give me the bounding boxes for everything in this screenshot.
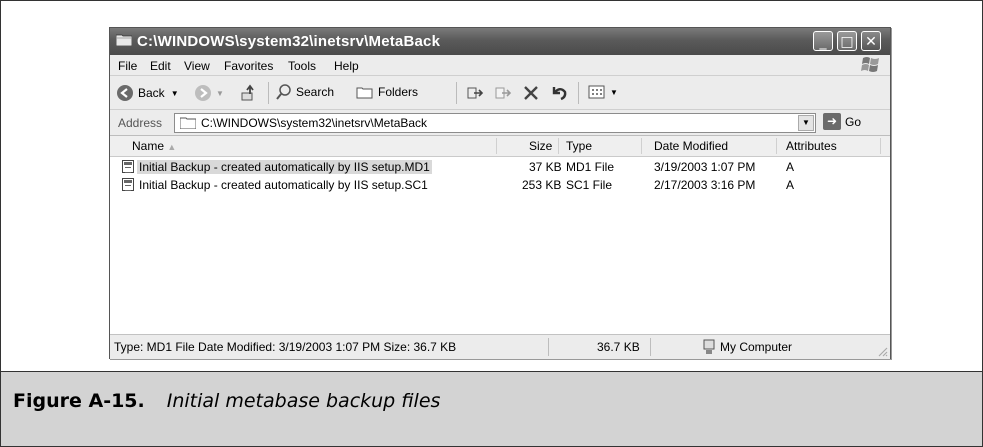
status-location: My Computer — [720, 340, 793, 354]
file-icon — [122, 160, 134, 173]
views-icon — [588, 85, 605, 99]
views-button[interactable]: ▼ — [588, 84, 618, 100]
folders-button[interactable]: Folders — [356, 84, 418, 100]
column-header-size[interactable]: Size — [529, 139, 552, 153]
file-name: Initial Backup - created automatically b… — [139, 178, 428, 192]
folders-label: Folders — [378, 85, 419, 99]
sort-ascending-icon: ▲ — [167, 142, 177, 152]
file-size: 37 KB — [529, 160, 562, 174]
column-divider[interactable] — [558, 138, 559, 154]
file-date: 3/19/2003 1:07 PM — [654, 160, 756, 174]
figure-frame: C:\WINDOWS\system32\inetsrv\MetaBack _ □… — [0, 0, 983, 447]
delete-icon — [524, 86, 538, 100]
copy-to-icon — [495, 87, 512, 99]
file-name: Initial Backup - created automatically b… — [137, 160, 432, 174]
window-title: C:\WINDOWS\system32\inetsrv\MetaBack — [137, 33, 441, 50]
figure-number: Figure A-15. — [13, 390, 145, 412]
up-folder-button[interactable] — [240, 84, 258, 102]
file-attributes: A — [786, 178, 795, 192]
go-button[interactable]: ➜ Go — [823, 113, 861, 130]
folders-icon — [356, 87, 373, 99]
address-label: Address — [118, 116, 163, 130]
status-divider — [650, 338, 651, 356]
file-attributes: A — [786, 160, 795, 174]
column-header-attributes[interactable]: Attributes — [786, 139, 837, 153]
copy-to-button[interactable] — [494, 84, 512, 102]
file-type: SC1 File — [566, 178, 613, 192]
undo-icon — [552, 87, 567, 101]
back-button[interactable]: Back ▼ — [116, 84, 179, 102]
toolbar-separator — [578, 82, 579, 104]
status-size: 36.7 KB — [597, 340, 640, 354]
go-label: Go — [845, 114, 862, 129]
table-row[interactable]: Initial Backup - created automatically b… — [110, 158, 890, 176]
column-header-name[interactable]: Name ▲ — [132, 139, 176, 153]
search-label: Search — [296, 85, 335, 99]
delete-button[interactable] — [522, 84, 540, 102]
maximize-icon: □ — [840, 34, 854, 50]
menu-help[interactable]: Help — [334, 59, 359, 73]
column-divider[interactable] — [776, 138, 777, 154]
address-value: C:\WINDOWS\system32\inetsrv\MetaBack — [201, 116, 428, 130]
column-divider[interactable] — [880, 138, 881, 154]
status-divider — [548, 338, 549, 356]
folder-icon — [116, 34, 132, 46]
file-type: MD1 File — [566, 160, 615, 174]
address-dropdown-icon[interactable]: ▼ — [798, 115, 814, 131]
resize-grip-icon[interactable] — [876, 345, 888, 357]
minimize-button[interactable]: _ — [813, 31, 833, 51]
table-row[interactable]: Initial Backup - created automatically b… — [110, 176, 890, 194]
column-header-type[interactable]: Type — [566, 139, 592, 153]
file-list: Name ▲ Size Type Date Modified Attribute… — [110, 136, 890, 334]
back-label: Back — [138, 86, 165, 100]
status-bar: Type: MD1 File Date Modified: 3/19/2003 … — [110, 334, 890, 359]
status-details: Type: MD1 File Date Modified: 3/19/2003 … — [114, 340, 457, 354]
computer-icon — [703, 339, 715, 354]
views-dropdown-icon[interactable]: ▼ — [610, 88, 618, 97]
column-divider[interactable] — [641, 138, 642, 154]
undo-button[interactable] — [550, 84, 568, 102]
windows-logo-icon — [861, 57, 879, 72]
menu-bar: File Edit View Favorites Tools Help — [110, 55, 890, 76]
address-bar: Address C:\WINDOWS\system32\inetsrv\Meta… — [110, 110, 890, 136]
menu-favorites[interactable]: Favorites — [224, 59, 273, 73]
screenshot-area: C:\WINDOWS\system32\inetsrv\MetaBack _ □… — [1, 1, 982, 372]
menu-edit[interactable]: Edit — [150, 59, 171, 73]
menu-file[interactable]: File — [118, 59, 137, 73]
back-dropdown-icon[interactable]: ▼ — [171, 89, 179, 98]
forward-arrow-icon — [195, 85, 211, 101]
minimize-icon: _ — [819, 34, 827, 50]
list-header: Name ▲ Size Type Date Modified Attribute… — [110, 136, 890, 157]
go-arrow-icon: ➜ — [823, 113, 841, 130]
up-folder-icon — [241, 84, 254, 101]
move-to-button[interactable] — [466, 84, 484, 102]
column-divider[interactable] — [496, 138, 497, 154]
search-icon — [276, 84, 291, 100]
column-header-date[interactable]: Date Modified — [654, 139, 728, 153]
move-to-icon — [467, 87, 484, 99]
caption-bar: Figure A-15. Initial metabase backup file… — [1, 372, 982, 446]
menu-view[interactable]: View — [184, 59, 210, 73]
maximize-button[interactable]: □ — [837, 31, 857, 51]
folder-icon — [180, 117, 196, 129]
address-input[interactable]: C:\WINDOWS\system32\inetsrv\MetaBack ▼ — [174, 113, 816, 133]
file-size: 253 KB — [522, 178, 562, 192]
close-icon: ✕ — [865, 34, 877, 50]
toolbar: Back ▼ ▼ Search Folders ▼ — [110, 76, 890, 110]
toolbar-separator — [456, 82, 457, 104]
back-arrow-icon — [117, 85, 133, 101]
file-date: 2/17/2003 3:16 PM — [654, 178, 756, 192]
forward-button[interactable]: ▼ — [194, 84, 224, 102]
explorer-window: C:\WINDOWS\system32\inetsrv\MetaBack _ □… — [109, 27, 891, 359]
close-button[interactable]: ✕ — [861, 31, 881, 51]
title-bar[interactable]: C:\WINDOWS\system32\inetsrv\MetaBack _ □… — [110, 28, 890, 55]
menu-tools[interactable]: Tools — [288, 59, 316, 73]
figure-caption: Figure A-15. Initial metabase backup file… — [13, 390, 440, 412]
file-icon — [122, 178, 134, 191]
search-button[interactable]: Search — [276, 84, 334, 100]
figure-text: Initial metabase backup files — [166, 390, 441, 412]
forward-dropdown-icon[interactable]: ▼ — [216, 89, 224, 98]
toolbar-separator — [268, 82, 269, 104]
